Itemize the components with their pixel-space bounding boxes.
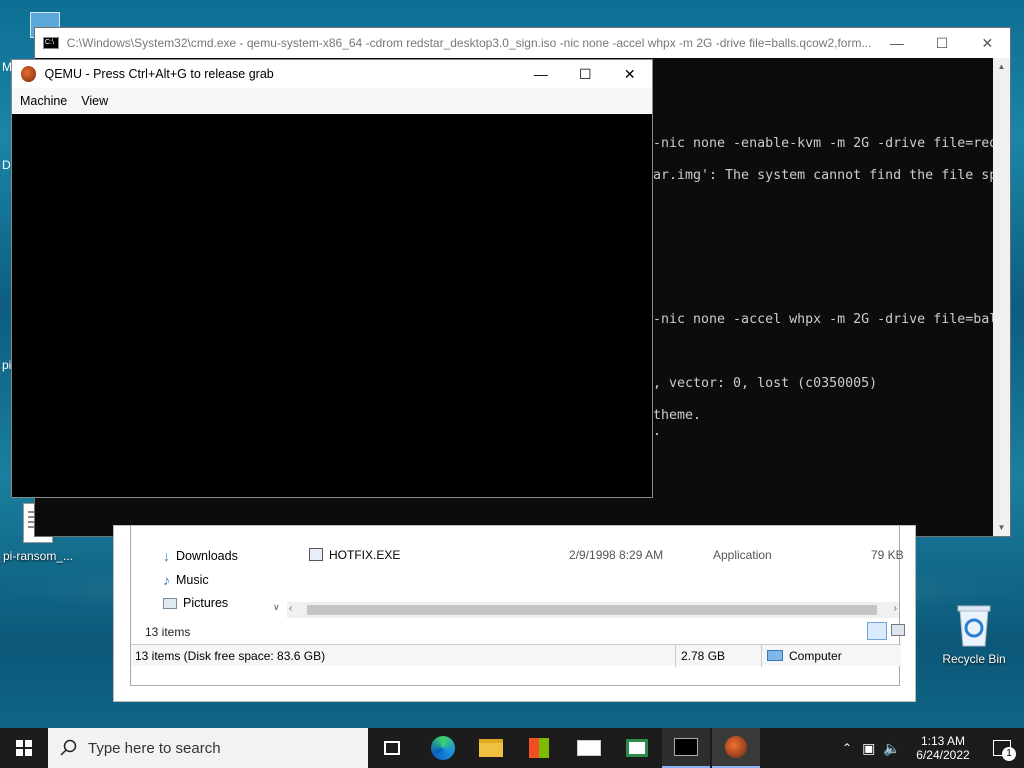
large-icons-view-icon[interactable] — [891, 624, 905, 636]
cmd-minimize-button[interactable]: — — [874, 28, 919, 58]
explorer-inner-pane[interactable]: ↓ Downloads ♪ Music Pictures ∨ HOTFIX.EX… — [130, 526, 905, 686]
cmd-console-output[interactable]: -nic none -enable-kvm -m 2G -drive file=… — [653, 58, 995, 538]
status-divider — [675, 645, 676, 667]
scrollbar-thumb[interactable] — [307, 605, 877, 615]
menu-machine[interactable]: Machine — [20, 94, 67, 108]
desktop-icon-fragment-3: pi — [2, 358, 12, 372]
nav-item-pictures[interactable]: Pictures — [163, 596, 228, 610]
qemu-vm-display[interactable] — [12, 114, 652, 497]
status-location-text: Computer — [789, 649, 842, 663]
taskbar-store[interactable] — [515, 728, 563, 768]
qemu-maximize-button[interactable]: ☐ — [563, 59, 608, 89]
download-arrow-icon: ↓ — [163, 548, 170, 564]
status-left-text: 13 items (Disk free space: 83.6 GB) — [135, 649, 326, 663]
desktop-icon-fragment-2: D — [2, 158, 11, 172]
notification-count: 1 — [1002, 747, 1016, 761]
horizontal-scrollbar[interactable]: ‹ › — [287, 602, 899, 618]
cmd-titlebar[interactable]: C:\ C:\Windows\System32\cmd.exe - qemu-s… — [35, 28, 1010, 58]
cmd-close-button[interactable]: ✕ — [965, 28, 1010, 58]
nav-item-music[interactable]: ♪ Music — [163, 572, 209, 588]
cmd-vertical-scrollbar[interactable]: ▲ ▼ — [993, 58, 1010, 536]
taskbar-file-explorer[interactable] — [467, 728, 515, 768]
computer-icon — [767, 650, 783, 661]
volume-icon[interactable]: 🔈 — [883, 740, 900, 757]
qemu-icon — [725, 736, 747, 758]
qemu-minimize-button[interactable]: — — [519, 59, 564, 89]
items-count: 13 items — [145, 625, 191, 639]
taskbar-qemu[interactable] — [712, 728, 760, 768]
cmd-maximize-button[interactable]: ☐ — [919, 28, 964, 58]
qemu-menubar: Machine View — [12, 88, 652, 114]
network-icon[interactable]: ▣ — [862, 740, 875, 757]
desktop-icon-label: Recycle Bin — [942, 652, 1006, 666]
recycle-bin-icon — [957, 605, 991, 647]
console-line: -nic none -accel whpx -m 2G -drive file=… — [653, 312, 995, 327]
qemu-close-button[interactable]: ✕ — [608, 59, 653, 89]
app-window-icon — [626, 739, 648, 757]
desktop-icon-label: pi-ransom_... — [2, 549, 74, 563]
console-line: -nic none -enable-kvm -m 2G -drive file=… — [653, 136, 995, 151]
console-line: , vector: 0, lost (c0350005) — [653, 376, 878, 391]
taskbar-cmd[interactable] — [662, 728, 710, 768]
explorer-window[interactable]: ↓ Downloads ♪ Music Pictures ∨ HOTFIX.EX… — [113, 525, 916, 702]
qemu-app-icon — [21, 66, 37, 82]
menu-view[interactable]: View — [81, 94, 108, 108]
qemu-titlebar[interactable]: QEMU - Press Ctrl+Alt+G to release grab … — [12, 60, 652, 88]
edge-browser-icon — [431, 736, 455, 760]
windows-logo-icon — [16, 740, 32, 756]
nav-item-downloads[interactable]: ↓ Downloads — [163, 548, 238, 564]
music-note-icon: ♪ — [163, 572, 170, 588]
status-bar: 13 items (Disk free space: 83.6 GB) 2.78… — [131, 644, 901, 667]
qemu-window-title: QEMU - Press Ctrl+Alt+G to release grab — [44, 67, 274, 81]
mail-envelope-icon — [577, 740, 601, 756]
search-icon — [60, 739, 77, 756]
file-type: Application — [713, 548, 772, 562]
desktop-icon-recycle-bin[interactable]: Recycle Bin — [936, 602, 1012, 666]
file-name: HOTFIX.EXE — [329, 548, 401, 562]
scroll-up-arrow-icon[interactable]: ▲ — [993, 58, 1010, 75]
details-view-icon[interactable] — [867, 622, 887, 640]
notification-icon: 1 — [993, 740, 1016, 761]
store-bag-icon — [529, 738, 549, 758]
start-button[interactable] — [0, 728, 48, 768]
notification-center-button[interactable]: 1 — [984, 728, 1020, 768]
scroll-down-arrow-icon[interactable]: ▼ — [993, 519, 1010, 536]
status-divider — [761, 645, 762, 667]
file-date: 2/9/1998 8:29 AM — [569, 548, 664, 562]
cmd-app-icon: C:\ — [43, 37, 59, 49]
folder-icon — [479, 739, 503, 757]
search-placeholder: Type here to search — [88, 739, 221, 757]
exe-file-icon — [309, 548, 323, 561]
taskbar-mail[interactable] — [565, 728, 613, 768]
taskbar: Type here to search ⌃ ▣ 🔈 1:13 AM 6/24/2… — [0, 728, 1024, 768]
clock-time: 1:13 AM — [920, 734, 966, 748]
pictures-icon — [163, 597, 177, 609]
system-tray: ⌃ ▣ 🔈 — [836, 728, 905, 768]
console-line: theme. — [653, 408, 702, 423]
show-hidden-icons-chevron-icon[interactable]: ⌃ — [842, 741, 852, 755]
nav-scroll-down-icon[interactable]: ∨ — [273, 602, 280, 613]
taskbar-edge[interactable] — [419, 728, 467, 768]
scroll-right-icon[interactable]: › — [894, 603, 897, 614]
task-view-icon — [384, 741, 400, 755]
nav-item-label: Downloads — [176, 549, 238, 563]
nav-item-label: Music — [176, 573, 209, 587]
taskbar-search-box[interactable]: Type here to search — [48, 728, 368, 768]
task-view-button[interactable] — [368, 728, 416, 768]
qemu-window[interactable]: QEMU - Press Ctrl+Alt+G to release grab … — [11, 59, 653, 498]
cmd-window-title: C:\Windows\System32\cmd.exe - qemu-syste… — [66, 36, 872, 50]
taskbar-app[interactable] — [613, 728, 661, 768]
status-size-text: 2.78 GB — [681, 649, 726, 663]
nav-item-label: Pictures — [183, 596, 229, 610]
cmd-icon — [674, 738, 698, 756]
file-size: 79 KB — [871, 548, 904, 562]
clock[interactable]: 1:13 AM 6/24/2022 — [902, 728, 984, 768]
scroll-left-icon[interactable]: ‹ — [289, 603, 292, 614]
console-line: . — [653, 424, 662, 439]
clock-date: 6/24/2022 — [916, 748, 970, 762]
console-line: ar.img': The system cannot find the file… — [653, 168, 995, 183]
